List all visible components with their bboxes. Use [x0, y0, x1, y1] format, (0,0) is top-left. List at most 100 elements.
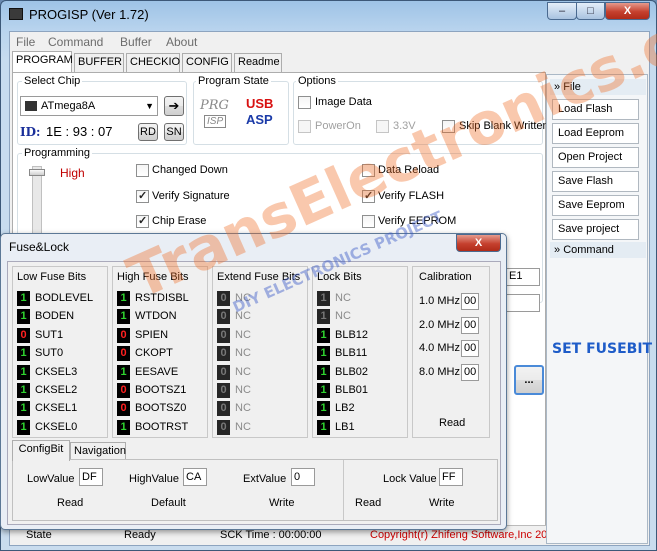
high-bit-value[interactable]: 0	[117, 401, 130, 417]
lock-bit-name: BLB01	[335, 384, 369, 396]
chip-select[interactable]: ATmega8A ▼	[20, 96, 158, 116]
more-button[interactable]: ...	[514, 365, 544, 395]
ext-bit-value[interactable]: 0	[217, 346, 230, 362]
cal-read-button[interactable]: Read	[439, 417, 465, 429]
menu-command[interactable]: Command	[48, 35, 103, 49]
field-e1[interactable]: E1	[506, 268, 540, 286]
tab-checkio[interactable]: CHECKIO	[126, 53, 180, 72]
read-button[interactable]: Read	[57, 497, 83, 509]
lock-bit-value[interactable]: 1	[317, 309, 330, 325]
high-bit-value[interactable]: 1	[117, 309, 130, 325]
side-file-header[interactable]: » File	[550, 79, 646, 95]
lock-bit-value[interactable]: 1	[317, 291, 330, 306]
skip-blank-label: Skip Blank Written	[459, 120, 549, 132]
lock-bit-value[interactable]: 1	[317, 364, 330, 380]
lock-bit-value[interactable]: 1	[317, 383, 330, 398]
ext-bit-name: NC	[235, 365, 251, 378]
high-bit-value[interactable]: 1	[117, 291, 130, 306]
chip-erase-checkbox[interactable]	[136, 214, 149, 228]
verify-signature-checkbox[interactable]	[136, 189, 149, 203]
low-value-field[interactable]: DF	[79, 468, 103, 486]
high-value-field[interactable]: CA	[183, 468, 207, 486]
verify-eeprom-checkbox[interactable]	[362, 215, 375, 228]
ext-value-field[interactable]: 0	[291, 468, 315, 486]
ext-bit-value[interactable]: 0	[217, 327, 230, 343]
minimize-button[interactable]: –	[547, 2, 577, 20]
ext-bit-value[interactable]: 0	[217, 383, 230, 398]
low-bit-value[interactable]: 1	[17, 346, 30, 362]
lock-bit-value[interactable]: 1	[317, 327, 330, 343]
maximize-button[interactable]: □	[576, 2, 605, 20]
high-bit-value[interactable]: 1	[117, 419, 130, 435]
high-bit-value[interactable]: 0	[117, 327, 130, 343]
ext-bit-value[interactable]: 0	[217, 401, 230, 417]
ext-bit-value[interactable]: 0	[217, 364, 230, 380]
ext-bit-value[interactable]: 0	[217, 419, 230, 435]
open-project-button[interactable]: Open Project	[552, 147, 639, 168]
poweron-label: PowerOn	[315, 120, 361, 132]
changed-down-checkbox[interactable]	[136, 164, 149, 177]
cal-value-field[interactable]: 00	[461, 363, 479, 381]
lock-bit-value[interactable]: 1	[317, 346, 330, 362]
low-value-label: LowValue	[27, 473, 75, 485]
high-bit-name: CKOPT	[135, 347, 173, 360]
ext-bit-value[interactable]: 0	[217, 309, 230, 325]
tab-buffer[interactable]: BUFFER	[74, 53, 124, 72]
verify-signature-label: Verify Signature	[152, 190, 230, 202]
close-button[interactable]: X	[605, 2, 650, 20]
skip-blank-checkbox[interactable]	[442, 120, 455, 133]
voltage-checkbox[interactable]	[376, 120, 389, 133]
lock-bit-value[interactable]: 1	[317, 401, 330, 417]
save-flash-button[interactable]: Save Flash	[552, 171, 639, 192]
slider-thumb[interactable]	[29, 169, 45, 176]
field-blank[interactable]	[506, 294, 540, 312]
menu-file[interactable]: File	[16, 35, 35, 49]
subtab-navigation[interactable]: Navigation	[70, 442, 126, 459]
tab-program[interactable]: PROGRAM	[12, 51, 73, 72]
save-project-button[interactable]: Save project	[552, 219, 639, 240]
lock-read-button[interactable]: Read	[355, 497, 381, 509]
load-eeprom-button[interactable]: Load Eeprom	[552, 123, 639, 144]
lock-value-field[interactable]: FF	[439, 468, 463, 486]
low-bit-name: BODLEVEL	[35, 292, 94, 304]
menu-about[interactable]: About	[166, 35, 197, 49]
low-bit-value[interactable]: 1	[17, 309, 30, 325]
load-flash-button[interactable]: Load Flash	[552, 99, 639, 120]
ext-bit-name: NC	[235, 402, 251, 415]
low-bit-value[interactable]: 1	[17, 291, 30, 306]
menu-buffer[interactable]: Buffer	[120, 35, 152, 49]
high-bit-value[interactable]: 0	[117, 383, 130, 398]
cal-value-field[interactable]: 00	[461, 340, 479, 357]
low-bit-value[interactable]: 1	[17, 401, 30, 417]
lock-write-button[interactable]: Write	[429, 497, 454, 509]
cal-value-field[interactable]: 00	[461, 293, 479, 310]
low-bit-value[interactable]: 1	[17, 383, 30, 398]
high-bit-name: WTDON	[135, 310, 177, 323]
lock-bit-value[interactable]: 1	[317, 419, 330, 435]
image-data-checkbox[interactable]	[298, 96, 311, 109]
low-bit-value[interactable]: 0	[17, 327, 30, 343]
high-bit-value[interactable]: 1	[117, 364, 130, 380]
default-button[interactable]: Default	[151, 497, 186, 509]
go-arrow-button[interactable]: ➔	[164, 96, 184, 116]
select-chip-group: Select Chip ATmega8A ▼ ➔ ID: 1E : 93 : 0…	[17, 75, 187, 145]
rd-button[interactable]: RD	[138, 123, 158, 141]
ext-bit-value[interactable]: 0	[217, 291, 230, 306]
image-data-label: Image Data	[315, 96, 372, 108]
lock-bit-name: BLB02	[335, 365, 369, 378]
write-button[interactable]: Write	[269, 497, 294, 509]
dialog-close-button[interactable]: X	[456, 234, 501, 252]
subtab-configbit[interactable]: ConfigBit	[12, 440, 70, 461]
sn-button[interactable]: SN	[164, 123, 184, 141]
low-bit-value[interactable]: 1	[17, 419, 30, 435]
data-reload-checkbox[interactable]	[362, 164, 375, 177]
high-bit-value[interactable]: 0	[117, 346, 130, 362]
low-bit-value[interactable]: 1	[17, 364, 30, 380]
verify-flash-checkbox[interactable]	[362, 189, 375, 203]
side-command-header[interactable]: » Command	[550, 242, 646, 258]
poweron-checkbox[interactable]	[298, 120, 311, 133]
cal-value-field[interactable]: 00	[461, 316, 479, 334]
save-eeprom-button[interactable]: Save Eeprom	[552, 195, 639, 216]
tab-config[interactable]: CONFIG	[182, 53, 232, 72]
tab-readme[interactable]: Readme	[234, 53, 282, 72]
